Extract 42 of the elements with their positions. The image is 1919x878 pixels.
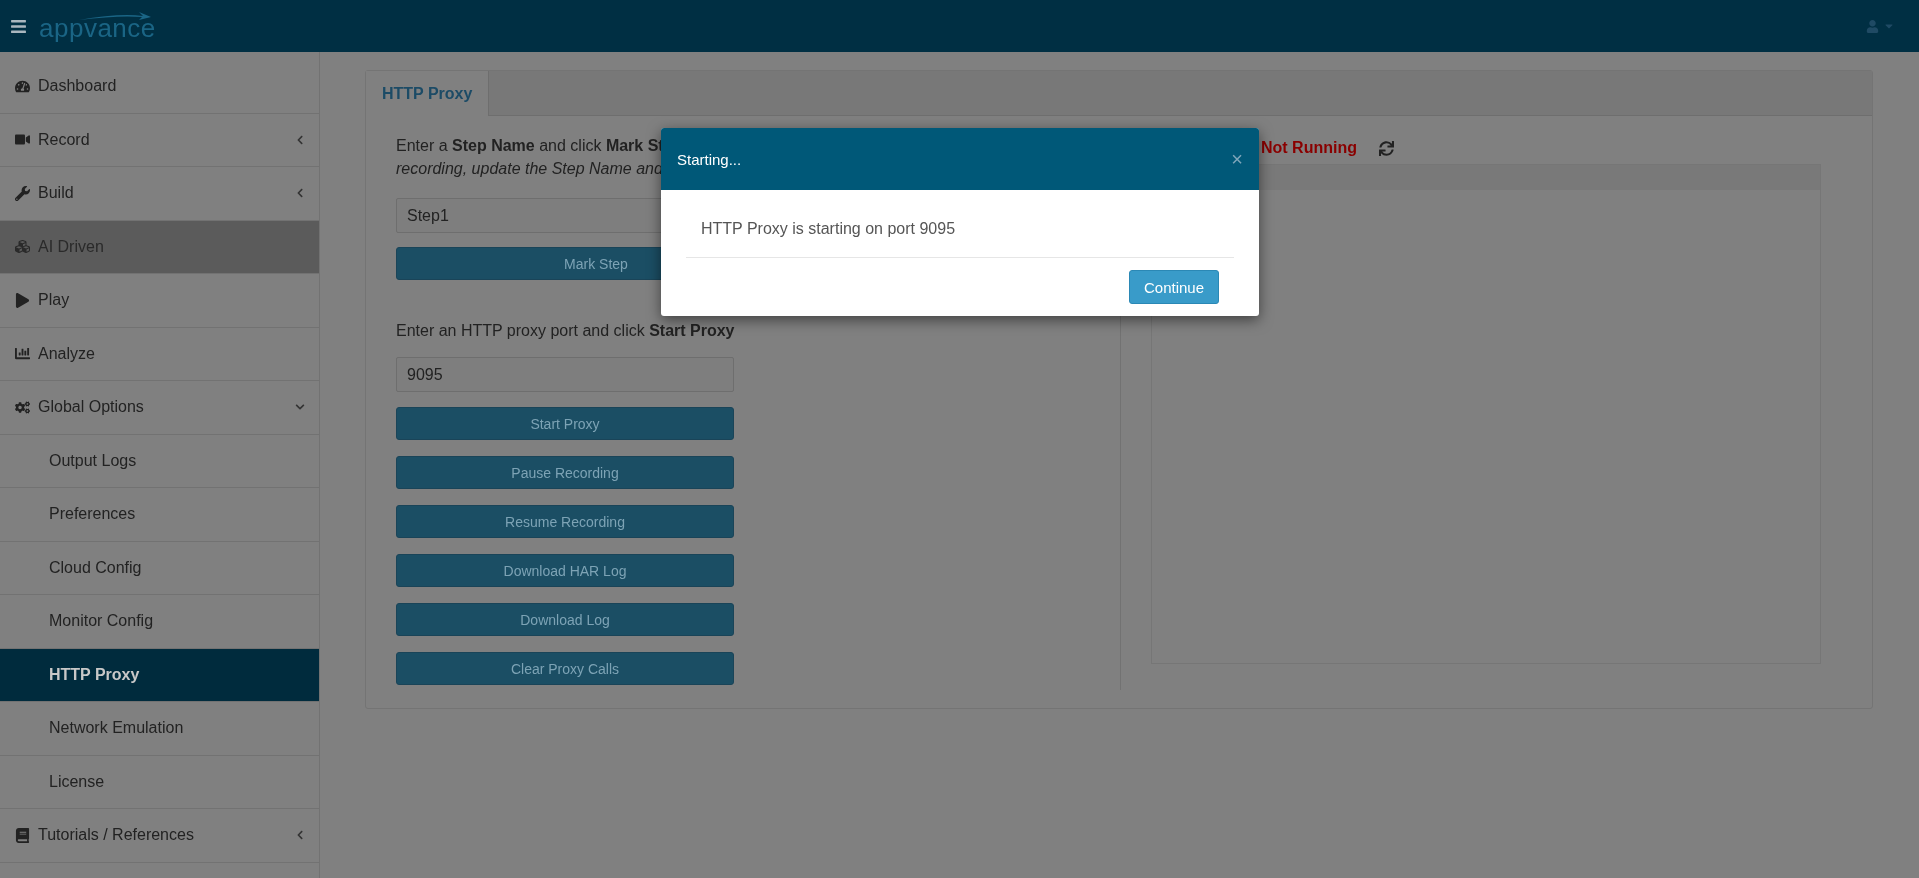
continue-button[interactable]: Continue [1128,270,1219,304]
cubes-icon [15,239,30,255]
sidebar-item[interactable]: Dashboard [0,60,319,114]
book-icon [15,827,30,843]
sidebar-item[interactable]: Record [0,113,319,167]
sidebar-item[interactable]: License [0,755,319,809]
chevron-left-icon [295,830,305,841]
sidebar-item[interactable]: HTTP Proxy [0,648,319,702]
sidebar-item[interactable]: Tutorials / References [0,809,319,863]
action-button[interactable]: Resume Recording [396,505,734,538]
action-button[interactable]: Download HAR Log [396,554,734,587]
gears-icon [15,399,30,415]
action-button[interactable]: Pause Recording [396,456,734,489]
menu-icon[interactable] [10,17,27,35]
dialog-title: Starting... [677,150,743,168]
proxy-status: Not Running [1261,139,1357,157]
wrench-icon [15,185,30,201]
bar-chart-icon [15,346,30,362]
sidebar-item[interactable]: Network Emulation [0,702,319,756]
port-field[interactable]: 9095 [396,357,734,392]
sidebar-item[interactable]: Play [0,274,319,328]
sidebar-item[interactable]: Global Options [0,381,319,435]
action-button[interactable]: Start Proxy [396,407,734,440]
instruction-text: Enter an HTTP proxy port and click Start Proxy [396,321,735,341]
logo: appvance [39,11,156,41]
sidebar-item[interactable]: Preferences [0,488,319,542]
sidebar-item[interactable]: Output Logs [0,434,319,488]
chevron-left-icon [295,134,305,145]
dashboard-icon [15,78,30,94]
sidebar-item[interactable]: Monitor Config [0,595,319,649]
tab[interactable]: HTTP Proxy [366,71,490,116]
action-button[interactable]: Clear Proxy Calls [396,652,734,685]
close-button[interactable]: × [1231,147,1243,171]
video-camera-icon [15,132,30,148]
play-icon [15,292,30,308]
chevron-left-icon [295,188,305,199]
action-button[interactable]: Download Log [396,603,734,636]
dialog-message: HTTP Proxy is starting on port 9095 [686,190,1234,258]
refresh-icon[interactable] [1378,140,1394,156]
sidebar-item[interactable]: Build [0,167,319,221]
sidebar-item[interactable]: Cloud Config [0,541,319,595]
sidebar-item[interactable]: Analyze [0,327,319,381]
